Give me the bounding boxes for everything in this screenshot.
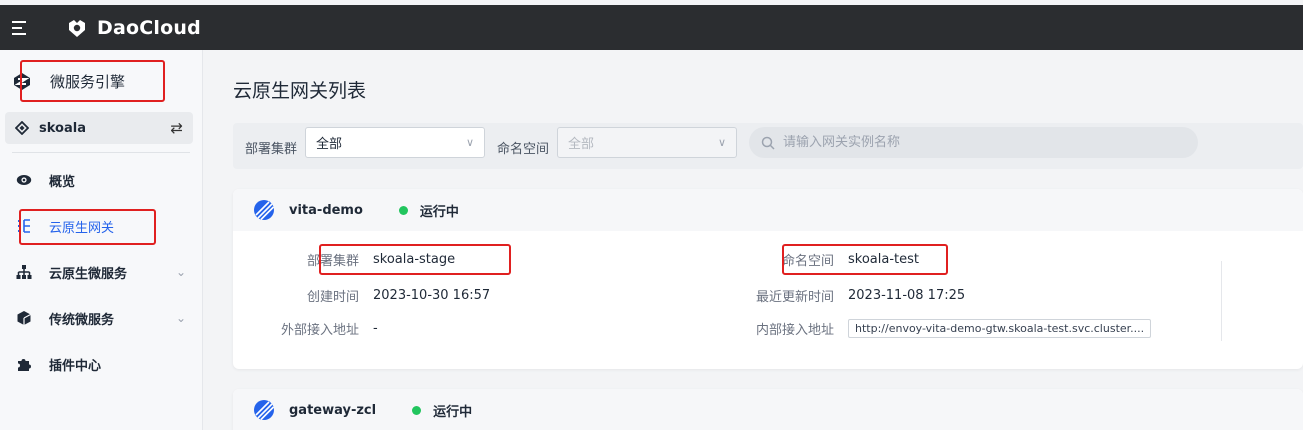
sidebar-item-traditional-microservices[interactable]: 传统微服务 ⌄ [0,295,202,341]
gateway-name[interactable]: vita-demo [289,203,363,218]
status-badge: 运行中 [412,401,472,420]
switch-icon[interactable]: ⇄ [170,119,183,137]
daocloud-logo-icon [69,19,85,37]
microservice-engine-icon [14,73,30,90]
menu-icon[interactable] [12,20,32,35]
gateway-name[interactable]: gateway-zcl [289,403,376,418]
status-text: 运行中 [419,204,459,220]
search-input[interactable] [783,135,1183,150]
field-label: 命名空间 [781,253,834,269]
status-text: 运行中 [433,404,473,420]
search-box[interactable] [749,127,1198,158]
search-icon [761,136,775,150]
chevron-down-icon: ∨ [717,136,726,149]
sidebar-item-overview[interactable]: 概览 [0,157,202,203]
field-value: skoala-test [848,251,919,267]
workspace-icon [15,121,29,135]
sidebar-item-label: 概览 [49,174,76,190]
field-external-address: 外部接入地址 - [233,318,378,338]
puzzle-icon [16,356,32,372]
field-cluster: 部署集群 skoala-stage [233,249,455,269]
divider [12,152,190,153]
chevron-down-icon: ∨ [465,136,474,149]
namespace-select-value: 全部 [568,137,595,152]
divider [1221,261,1222,341]
cluster-select-value: 全部 [316,137,343,152]
sidebar-item-cloud-native-microservices[interactable]: 云原生微服务 ⌄ [0,249,202,295]
field-label: 创建时间 [306,289,359,305]
field-value: skoala-stage [373,251,456,267]
gateway-card: gateway-zcl 运行中 [233,389,1303,430]
field-label: 部署集群 [306,253,359,269]
sidebar-item-plugin-center[interactable]: 插件中心 [0,341,202,387]
gateway-card-header[interactable]: vita-demo 运行中 [233,189,1303,231]
product-header[interactable]: 微服务引擎 [0,50,202,112]
status-dot [398,205,408,215]
gateway-icon [16,218,32,234]
gateway-card: vita-demo 运行中 部署集群 skoala-stage 创建时间 202… [233,189,1303,369]
sidebar-item-label: 云原生微服务 [49,266,128,282]
filter-bar: 部署集群 全部 ∨ 命名空间 全部 ∨ [233,123,1303,169]
sidebar-item-label: 插件中心 [49,358,102,374]
hierarchy-icon [16,264,32,280]
gateway-logo-icon [254,200,275,221]
field-label: 外部接入地址 [280,322,359,338]
gateway-card-header[interactable]: gateway-zcl 运行中 [233,389,1303,430]
namespace-select[interactable]: 全部 ∨ [557,127,737,158]
field-value: 2023-10-30 16:57 [373,287,491,303]
chevron-down-icon[interactable]: ⌄ [176,311,186,325]
page-title: 云原生网关列表 [233,80,367,102]
sidebar-item-label: 云原生网关 [49,220,115,236]
sidebar: 微服务引擎 skoala ⇄ 概览 云原生网关 云原生微服务 ⌄ 传统微服务 ⌄… [0,50,203,430]
sidebar-item-cloud-native-gateway[interactable]: 云原生网关 [0,203,202,249]
eye-icon [16,172,32,188]
field-label: 最近更新时间 [755,289,834,305]
chevron-down-icon[interactable]: ⌄ [176,265,186,279]
workspace-name: skoala [39,120,86,136]
cube-icon [16,310,32,326]
product-name: 微服务引擎 [50,72,126,91]
brand-logo[interactable]: DaoCloud [66,17,201,39]
field-created: 创建时间 2023-10-30 16:57 [233,285,490,305]
brand-name: DaoCloud [97,16,201,39]
field-value: 2023-11-08 17:25 [848,287,966,303]
namespace-filter-label: 命名空间 [497,142,550,157]
field-label: 内部接入地址 [755,322,834,338]
status-dot [412,405,422,415]
status-badge: 运行中 [398,201,459,220]
internal-address-value[interactable]: http://envoy-vita-demo-gtw.skoala-test.s… [848,318,1152,338]
cluster-filter-label: 部署集群 [245,142,298,157]
field-namespace: 命名空间 skoala-test [708,249,919,269]
cluster-select[interactable]: 全部 ∨ [305,127,485,158]
field-updated: 最近更新时间 2023-11-08 17:25 [708,285,965,305]
sidebar-item-label: 传统微服务 [49,312,115,328]
workspace-selector[interactable]: skoala ⇄ [5,112,193,144]
main-content: 云原生网关列表 部署集群 全部 ∨ 命名空间 全部 ∨ vita-demo 运行… [204,50,1303,430]
top-bar: DaoCloud [0,5,1303,50]
gateway-logo-icon [254,400,275,421]
field-value: - [373,320,378,336]
field-internal-address: 内部接入地址 http://envoy-vita-demo-gtw.skoala… [708,318,1152,338]
